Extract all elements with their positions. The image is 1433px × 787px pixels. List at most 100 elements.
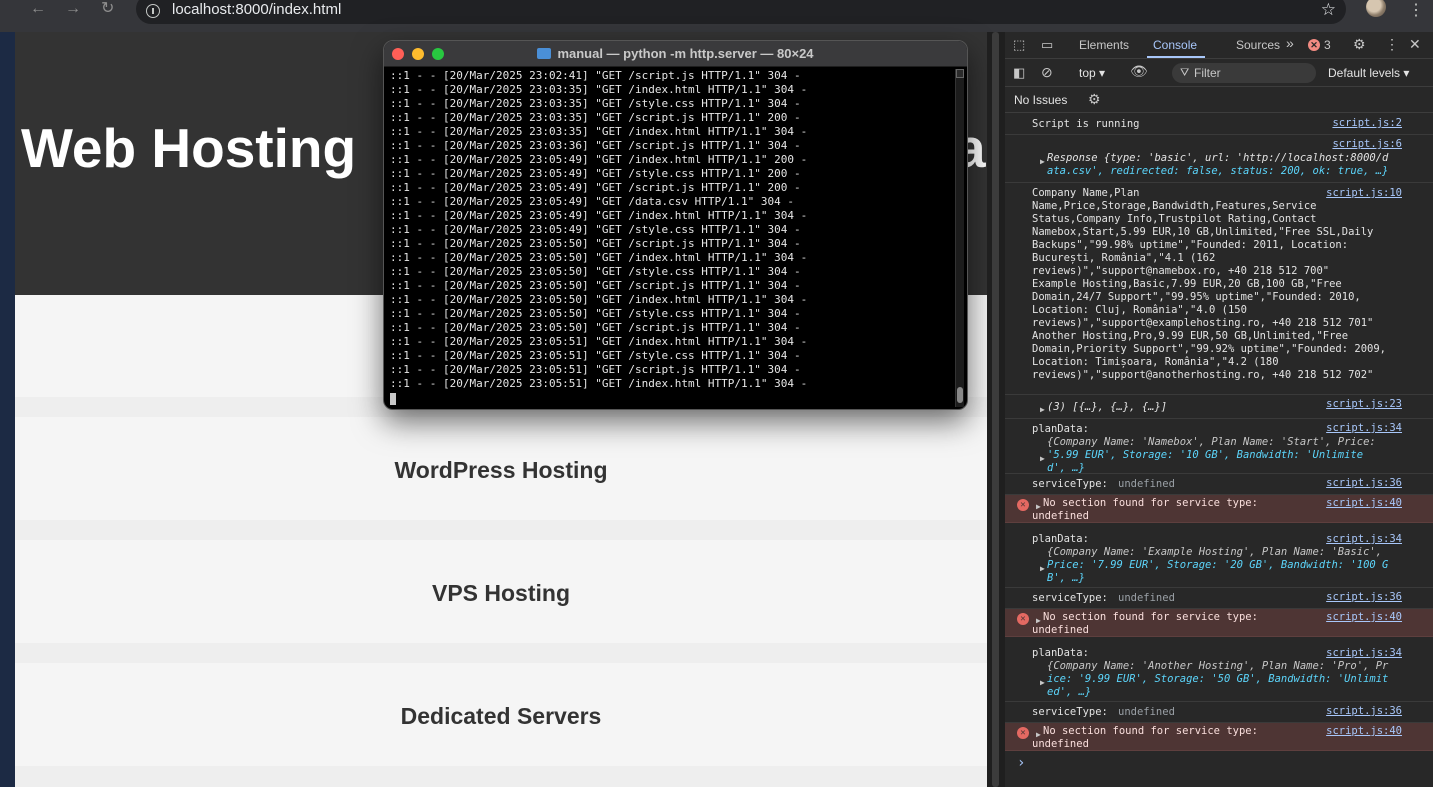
console-message: planData: script.js:34 {Company Name: 'N… xyxy=(1005,419,1433,474)
console-error: ✕ ▶ No section found for service type: u… xyxy=(1005,723,1433,751)
scrollbar-top-button[interactable] xyxy=(956,69,964,78)
plan-data-label: planData: xyxy=(1032,647,1089,659)
terminal-output[interactable]: ::1 - - [20/Mar/2025 23:02:41] "GET /scr… xyxy=(390,69,950,404)
response-object-line[interactable]: Response {type: 'basic', url: 'http://lo… xyxy=(1047,152,1388,165)
source-link[interactable]: script.js:40 xyxy=(1326,611,1402,624)
csv-output-line: Name,Price,Storage,Bandwidth,Features,Se… xyxy=(1032,200,1317,212)
plan-object-line[interactable]: {Company Name: 'Another Hosting', Plan N… xyxy=(1047,660,1388,673)
terminal-line: ::1 - - [20/Mar/2025 23:05:50] "GET /sty… xyxy=(390,307,801,320)
inspect-element-icon[interactable]: ⬚ xyxy=(1013,37,1025,53)
plan-object-line[interactable]: {Company Name: 'Example Hosting', Plan N… xyxy=(1047,546,1382,559)
console-filter-input[interactable]: ⛛ Filter xyxy=(1172,63,1316,83)
terminal-line: ::1 - - [20/Mar/2025 23:05:51] "GET /scr… xyxy=(390,363,801,376)
source-link[interactable]: script.js:40 xyxy=(1326,497,1402,510)
terminal-line: ::1 - - [20/Mar/2025 23:05:50] "GET /ind… xyxy=(390,293,808,306)
reload-icon[interactable]: ↻ xyxy=(101,0,114,18)
context-selector[interactable]: top ▾ xyxy=(1079,66,1105,80)
active-tab-indicator xyxy=(1147,56,1205,58)
terminal-line: ::1 - - [20/Mar/2025 23:05:49] "GET /sty… xyxy=(390,223,801,236)
tab-sources[interactable]: Sources xyxy=(1236,38,1280,52)
issues-settings-gear-icon[interactable]: ⚙ xyxy=(1088,91,1101,108)
address-bar[interactable]: localhost:8000/index.html ☆ xyxy=(136,0,1346,24)
url-text[interactable]: localhost:8000/index.html xyxy=(172,1,341,18)
source-link[interactable]: script.js:34 xyxy=(1326,422,1402,435)
csv-output-line: Location: Timișoara, România","4.2 (180 xyxy=(1032,356,1279,368)
console-prompt[interactable]: › xyxy=(1017,756,1025,770)
error-text: undefined xyxy=(1032,738,1089,750)
source-link[interactable]: script.js:23 xyxy=(1326,398,1402,411)
terminal-line: ::1 - - [20/Mar/2025 23:05:49] "GET /ind… xyxy=(390,153,808,166)
expand-caret-icon[interactable]: ▶ xyxy=(1040,155,1045,168)
plan-object-line[interactable]: '5.99 EUR', Storage: '10 GB', Bandwidth:… xyxy=(1047,449,1363,462)
source-link[interactable]: script.js:36 xyxy=(1326,591,1402,604)
source-link[interactable]: script.js:36 xyxy=(1326,705,1402,718)
terminal-scrollbar[interactable] xyxy=(955,69,964,407)
scrollbar-thumb[interactable] xyxy=(957,387,963,403)
expand-caret-icon[interactable]: ▶ xyxy=(1040,676,1045,689)
site-info-icon[interactable] xyxy=(146,4,160,18)
service-type-label: serviceType: xyxy=(1032,478,1108,490)
devtools-menu-icon[interactable]: ⋮ xyxy=(1385,36,1399,53)
source-link[interactable]: script.js:10 xyxy=(1326,187,1402,200)
profile-avatar[interactable] xyxy=(1366,0,1386,17)
more-tabs-icon[interactable]: » xyxy=(1286,35,1294,51)
expand-caret-icon[interactable]: ▶ xyxy=(1040,562,1045,575)
bookmark-star-icon[interactable]: ☆ xyxy=(1321,0,1336,20)
csv-output-line: Company Name,Plan xyxy=(1032,187,1140,199)
sidebar-toggle-icon[interactable]: ◧ xyxy=(1013,65,1025,81)
issues-status[interactable]: No Issues xyxy=(1014,93,1067,107)
terminal-window[interactable]: manual — python -m http.server — 80×24 :… xyxy=(383,40,968,410)
terminal-line: ::1 - - [20/Mar/2025 23:05:50] "GET /sty… xyxy=(390,265,801,278)
plan-object-line[interactable]: {Company Name: 'Namebox', Plan Name: 'St… xyxy=(1047,436,1376,449)
error-text[interactable]: No section found for service type: xyxy=(1043,497,1258,510)
settings-gear-icon[interactable]: ⚙ xyxy=(1353,36,1366,53)
source-link[interactable]: script.js:34 xyxy=(1326,533,1402,546)
device-toggle-icon[interactable]: ▭ xyxy=(1041,37,1053,53)
error-count-icon[interactable]: ✕ xyxy=(1308,39,1320,51)
devtools-resize-handle[interactable] xyxy=(987,32,1005,787)
error-count[interactable]: 3 xyxy=(1324,38,1331,52)
section-card-vps: VPS Hosting xyxy=(15,540,987,643)
plan-object-line[interactable]: Price: '7.99 EUR', Storage: '20 GB', Ban… xyxy=(1047,559,1388,572)
array-summary[interactable]: (3) [{…}, {…}, {…}] xyxy=(1047,401,1167,414)
console-error: ✕ ▶ No section found for service type: u… xyxy=(1005,495,1433,523)
service-type-label: serviceType: xyxy=(1032,592,1108,604)
terminal-line: ::1 - - [20/Mar/2025 23:03:35] "GET /ind… xyxy=(390,125,808,138)
response-object-line[interactable]: ata.csv', redirected: false, status: 200… xyxy=(1047,165,1388,178)
back-arrow-icon[interactable]: ← xyxy=(30,0,46,18)
source-link[interactable]: script.js:36 xyxy=(1326,477,1402,490)
csv-output-line: reviews)","support@examplehosting.ro, +4… xyxy=(1032,317,1374,329)
expand-caret-icon[interactable]: ▶ xyxy=(1040,452,1045,465)
live-expression-eye-icon[interactable]: 👁 xyxy=(1130,63,1148,80)
terminal-titlebar[interactable]: manual — python -m http.server — 80×24 xyxy=(384,41,967,67)
clear-console-icon[interactable]: ⊘ xyxy=(1041,64,1053,81)
filter-funnel-icon: ⛛ xyxy=(1180,67,1190,79)
error-icon: ✕ xyxy=(1017,727,1029,739)
terminal-title-text: manual — python -m http.server — 80×24 xyxy=(557,46,814,61)
error-text[interactable]: No section found for service type: xyxy=(1043,611,1258,624)
csv-output-line: Another Hosting,Pro,9.99 EUR,50 GB,Unlim… xyxy=(1032,330,1349,342)
source-link[interactable]: script.js:40 xyxy=(1326,725,1402,738)
csv-output-line: reviews)","support@namebox.ro, +40 218 5… xyxy=(1032,265,1330,277)
tab-console[interactable]: Console xyxy=(1153,38,1197,52)
log-levels-dropdown[interactable]: Default levels ▾ xyxy=(1328,66,1409,80)
expand-caret-icon[interactable]: ▶ xyxy=(1040,403,1045,416)
browser-menu-icon[interactable]: ⋮ xyxy=(1408,0,1424,20)
source-link[interactable]: script.js:2 xyxy=(1332,117,1402,130)
plan-object-line[interactable]: B', …} xyxy=(1047,572,1085,585)
plan-object-line[interactable]: ed', …} xyxy=(1047,686,1091,699)
console-message: serviceType: undefined script.js:36 xyxy=(1005,702,1433,723)
console-message: serviceType: undefined script.js:36 xyxy=(1005,474,1433,495)
terminal-line: ::1 - - [20/Mar/2025 23:03:35] "GET /scr… xyxy=(390,111,801,124)
source-link[interactable]: script.js:6 xyxy=(1332,138,1402,151)
csv-output-line: Namebox,Start,5.99 EUR,10 GB,Unlimited,"… xyxy=(1032,226,1374,238)
error-text: undefined xyxy=(1032,510,1089,522)
close-devtools-icon[interactable]: ✕ xyxy=(1409,36,1421,53)
error-text[interactable]: No section found for service type: xyxy=(1043,725,1258,738)
plan-object-line[interactable]: ice: '9.99 EUR', Storage: '50 GB', Bandw… xyxy=(1047,673,1388,686)
error-icon: ✕ xyxy=(1017,613,1029,625)
forward-arrow-icon[interactable]: → xyxy=(65,0,81,18)
tab-elements[interactable]: Elements xyxy=(1079,38,1129,52)
console-message: script.js:6 ▶ Response {type: 'basic', u… xyxy=(1005,135,1433,183)
source-link[interactable]: script.js:34 xyxy=(1326,647,1402,660)
